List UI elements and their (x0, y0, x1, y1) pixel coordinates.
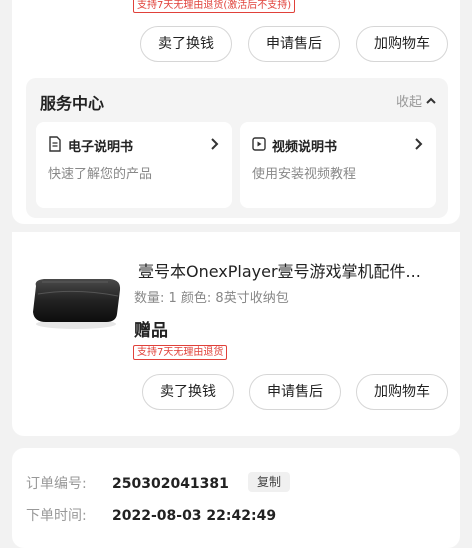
product-spec: 数量: 1 颜色: 8英寸收纳包 (134, 291, 289, 306)
sell-button[interactable]: 卖了换钱 (142, 374, 234, 410)
service-center-panel: 服务中心 收起 电子说明书 快速了解您的产品 视频说明书 使用安装视频教程 (26, 78, 448, 218)
copy-button[interactable]: 复制 (248, 472, 291, 492)
collapse-label: 收起 (395, 95, 422, 110)
order-time-row: 下单时间: 2022-08-03 22:42:49 (26, 505, 276, 525)
order-number-row: 订单编号: 250302041381 (26, 473, 229, 493)
product-title[interactable]: 壹号本OnexPlayer壹号游戏掌机配件... (138, 258, 421, 282)
gift-label: 赠品 (134, 321, 168, 341)
order-number-value: 250302041381 (112, 476, 229, 492)
chevron-right-icon (211, 138, 219, 150)
product-image[interactable] (28, 272, 124, 332)
e-manual-subtitle: 快速了解您的产品 (48, 167, 153, 182)
top-sell-button[interactable]: 卖了换钱 (140, 26, 232, 62)
video-manual-card[interactable]: 视频说明书 使用安装视频教程 (240, 122, 436, 208)
order-number-label: 订单编号: (26, 476, 87, 492)
chevron-up-icon (426, 97, 436, 104)
add-to-cart-button[interactable]: 加购物车 (356, 374, 448, 410)
order-time-label: 下单时间: (26, 508, 87, 524)
top-add-to-cart-button[interactable]: 加购物车 (356, 26, 448, 62)
order-info-card (12, 448, 460, 548)
video-manual-title: 视频说明书 (272, 140, 338, 155)
e-manual-title: 电子说明书 (68, 140, 134, 155)
video-icon (252, 137, 266, 151)
document-icon (49, 136, 61, 152)
top-return-policy-tag: 支持7天无理由退货(激活后不支持) (133, 0, 296, 13)
collapse-toggle[interactable]: 收起 (396, 91, 436, 110)
product-return-policy-tag: 支持7天无理由退货 (133, 345, 228, 360)
top-after-sales-button[interactable]: 申请售后 (248, 26, 340, 62)
chevron-right-icon (415, 138, 423, 150)
service-center-title: 服务中心 (40, 94, 105, 113)
video-manual-subtitle: 使用安装视频教程 (252, 167, 357, 182)
e-manual-card[interactable]: 电子说明书 快速了解您的产品 (36, 122, 232, 208)
after-sales-button[interactable]: 申请售后 (249, 374, 341, 410)
order-time-value: 2022-08-03 22:42:49 (112, 508, 277, 524)
